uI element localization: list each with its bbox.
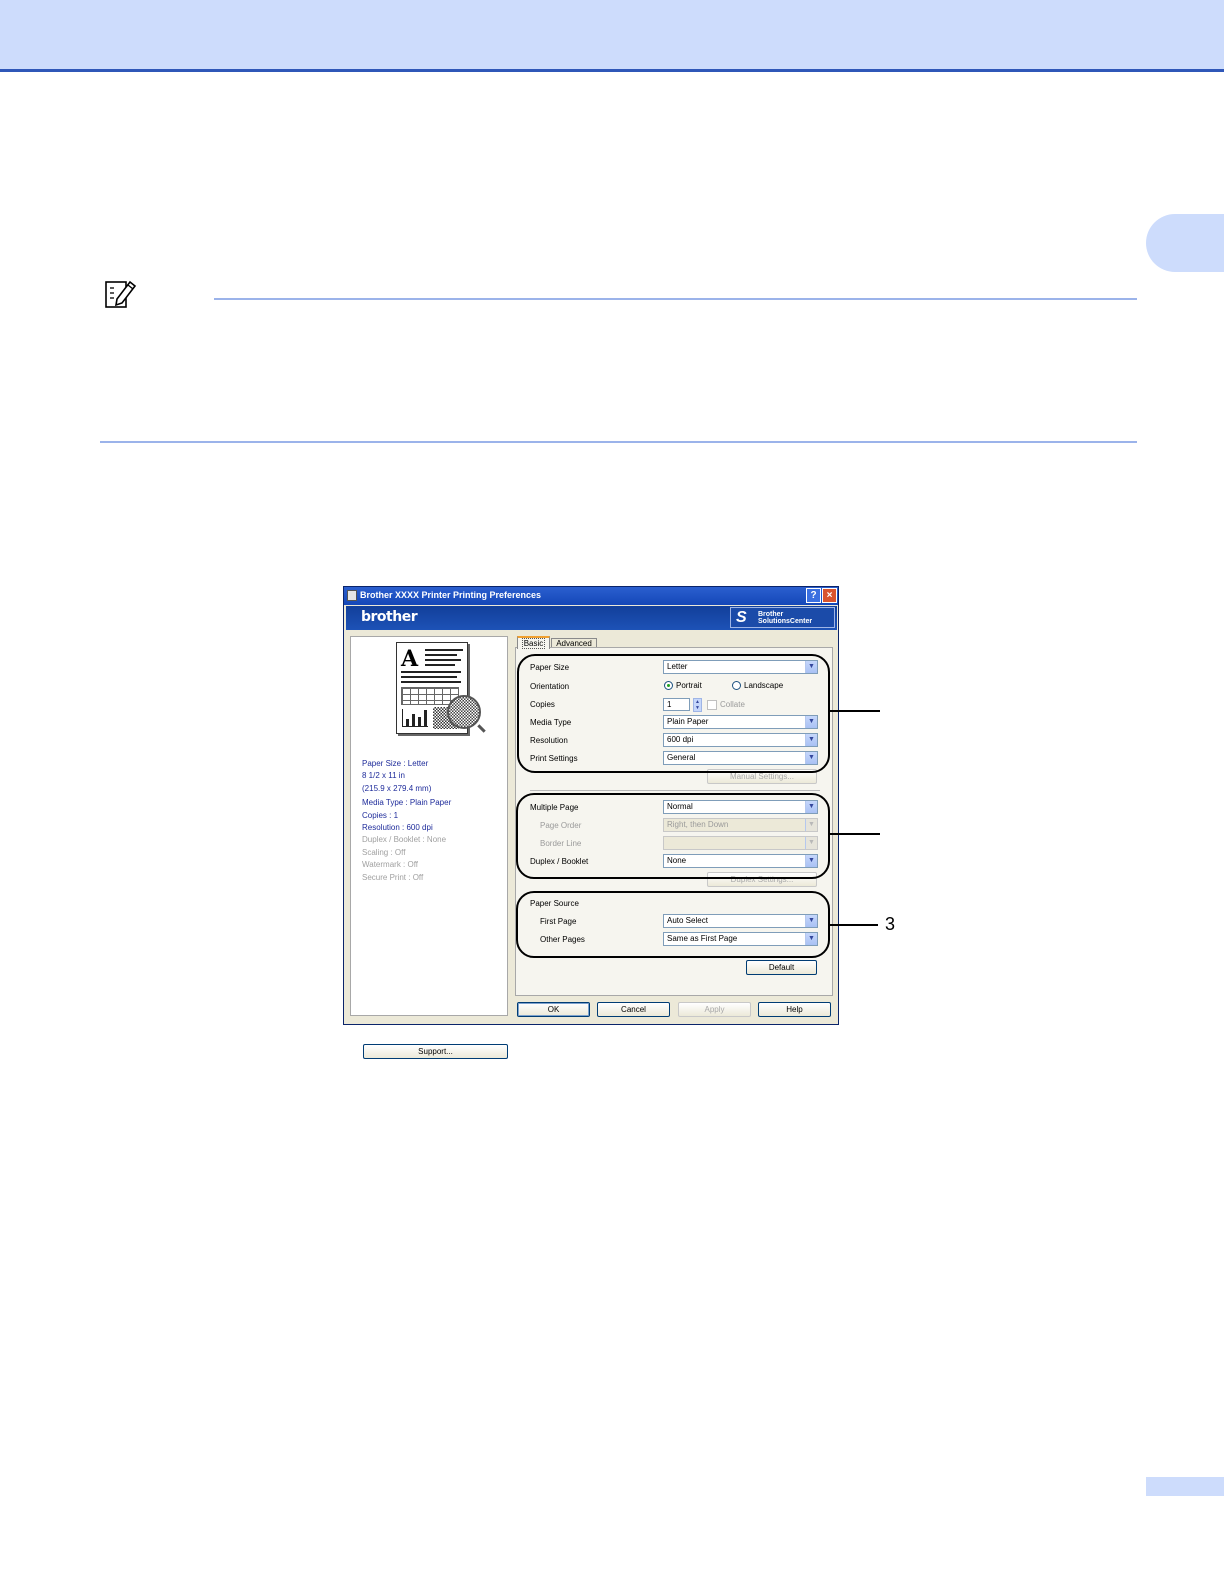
- printer-icon: [347, 590, 357, 601]
- ok-button[interactable]: OK: [517, 1002, 590, 1017]
- callout-line-3: [830, 924, 878, 926]
- note-pencil-icon: [105, 280, 137, 308]
- summary-line: Paper Size : Letter: [362, 759, 429, 768]
- brand-bar: brother S Brother SolutionsCenter: [346, 606, 837, 630]
- default-button[interactable]: Default: [746, 960, 817, 975]
- preview-panel: A Paper Size : Letter 8 1/2 x 11 in (215…: [350, 636, 508, 1059]
- summary-line: Scaling : Off: [362, 847, 406, 857]
- settings-summary: Paper Size : Letter 8 1/2 x 11 in (215.9…: [362, 758, 451, 884]
- tab-basic[interactable]: Basic: [517, 636, 550, 649]
- solutions-center-icon: S: [736, 609, 747, 626]
- support-button[interactable]: Support...: [363, 1044, 508, 1059]
- callout-group-1-outline: [517, 654, 830, 773]
- preview-letter-a: A: [401, 646, 419, 672]
- summary-line: Resolution : 600 dpi: [362, 823, 433, 833]
- callout-group-3-outline: [516, 891, 830, 958]
- summary-line: Secure Print : Off: [362, 872, 424, 882]
- dialog-title: Brother XXXX Printer Printing Preference…: [360, 590, 542, 600]
- summary-line: Watermark : Off: [362, 860, 419, 870]
- tab-basic-label: Basic: [521, 638, 546, 649]
- close-title-button[interactable]: ×: [822, 588, 837, 603]
- summary-line: Media Type : Plain Paper: [362, 798, 452, 808]
- chapter-tab: [1146, 214, 1224, 272]
- apply-button[interactable]: Apply: [678, 1002, 751, 1017]
- solutions-line-2: SolutionsCenter: [758, 618, 813, 625]
- summary-line: Copies : 1: [362, 810, 399, 820]
- brother-logo: brother: [361, 609, 418, 625]
- summary-line: Duplex / Booklet : None: [362, 835, 447, 845]
- callout-line-2: [830, 833, 880, 835]
- page-number-tab: [1146, 1477, 1224, 1496]
- note-rule-top: [214, 298, 1137, 300]
- dialog-title-bar: Brother XXXX Printer Printing Preference…: [344, 587, 838, 605]
- cancel-button[interactable]: Cancel: [597, 1002, 670, 1017]
- callout-line-1: [830, 710, 880, 712]
- solutions-line-1: Brother: [758, 611, 784, 618]
- solutions-center-button[interactable]: S Brother SolutionsCenter: [730, 607, 835, 628]
- help-title-button[interactable]: ?: [806, 588, 821, 603]
- help-button[interactable]: Help: [758, 1002, 831, 1017]
- magnifier-icon: [447, 695, 481, 729]
- summary-line: 8 1/2 x 11 in: [362, 771, 405, 781]
- summary-line: (215.9 x 279.4 mm): [362, 783, 432, 793]
- callout-number-3: 3: [885, 914, 896, 934]
- separator: [530, 790, 820, 791]
- callout-group-2-outline: [516, 793, 830, 879]
- note-rule-bottom: [100, 441, 1137, 443]
- header-band: [0, 0, 1224, 72]
